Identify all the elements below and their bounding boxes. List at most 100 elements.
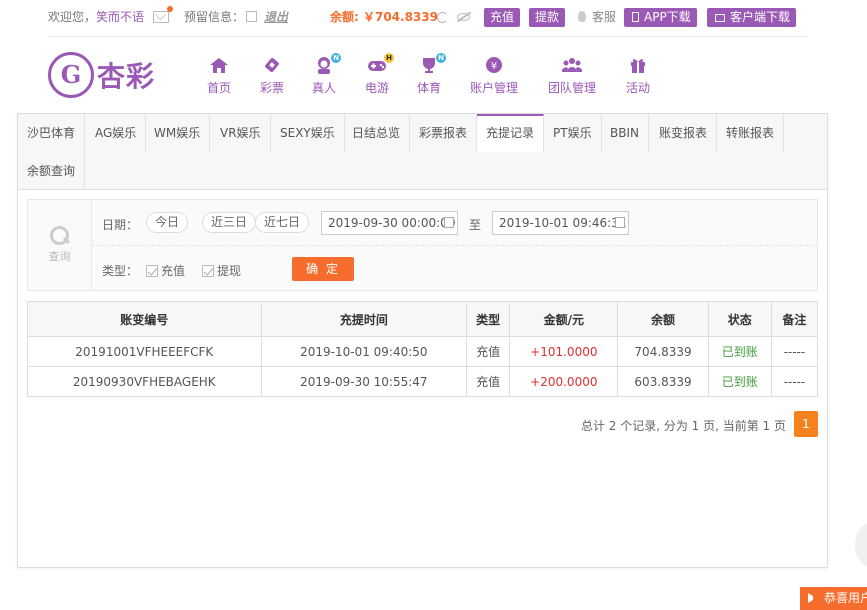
winner-notice-bar[interactable]: 恭喜用户 [800, 587, 867, 610]
query-label: 查询 [48, 250, 71, 263]
lottery-icon [262, 56, 282, 74]
hide-balance-icon[interactable] [457, 13, 470, 21]
cell-status: 已到账 [707, 366, 772, 397]
nav-label: 账户管理 [470, 81, 519, 95]
calendar-icon[interactable] [615, 217, 625, 228]
withdraw-button[interactable]: 提款 [529, 8, 566, 27]
table-row: 20190930VFHEBAGEHK 2019-09-30 10:55:47 充… [27, 366, 819, 397]
nav-lottery[interactable]: 彩票 [260, 56, 284, 96]
logo-mark[interactable]: G [48, 52, 94, 98]
col-header-status: 状态 [707, 301, 772, 337]
page-button-current[interactable]: 1 [794, 411, 818, 437]
app-download-label: APP下载 [644, 10, 691, 24]
nav-home[interactable]: 首页 [207, 56, 231, 96]
account-icon: ¥ [484, 56, 504, 74]
logo-text[interactable]: 杏彩 [97, 55, 155, 95]
live-dealer-icon: N [314, 53, 341, 74]
nav-team[interactable]: 团队管理 [548, 56, 596, 96]
checkbox-icon [202, 265, 214, 277]
calendar-icon[interactable] [444, 217, 454, 228]
report-tabs: 沙巴体育 AG娱乐 WM娱乐 VR娱乐 SEXY娱乐 日结总览 彩票报表 充提记… [18, 114, 827, 190]
main-panel: 沙巴体育 AG娱乐 WM娱乐 VR娱乐 SEXY娱乐 日结总览 彩票报表 充提记… [17, 113, 828, 568]
nav-live-dealer[interactable]: N 真人 [312, 53, 341, 96]
nav-sports[interactable]: N 体育 [417, 53, 446, 96]
welcome-text: 欢迎您，笑而不语 [48, 10, 144, 24]
nav-label: 体育 [417, 81, 442, 95]
nav-egame[interactable]: H 电游 [365, 53, 394, 96]
withdraw-checkbox[interactable]: 提现 [202, 262, 241, 279]
withdraw-checkbox-label: 提现 [217, 264, 242, 278]
pagination: 总计 2 个记录, 分为 1 页, 当前第 1 页 1 [518, 411, 818, 437]
col-header-amount: 金额/元 [509, 301, 619, 337]
confirm-button[interactable]: 确 定 [292, 257, 354, 281]
recharge-button[interactable]: 充值 [484, 8, 521, 27]
tab-deposit-withdraw-records[interactable]: 充提记录 [477, 114, 545, 152]
cell-amount: +200.0000 [509, 366, 619, 397]
today-button[interactable]: 今日 [146, 212, 189, 233]
mail-icon[interactable] [153, 11, 169, 23]
tab-saba-sports[interactable]: 沙巴体育 [18, 114, 86, 152]
nav-events[interactable]: 活动 [626, 56, 650, 96]
app-download-button[interactable]: APP下载 [624, 8, 697, 27]
recharge-checkbox[interactable]: 充值 [146, 262, 185, 279]
logout-link[interactable]: 退出 [264, 10, 288, 24]
cell-type: 充值 [466, 366, 511, 397]
megaphone-icon [808, 593, 818, 603]
checkbox-icon [146, 265, 158, 277]
to-label: 至 [469, 218, 482, 232]
filter-divider [92, 245, 818, 246]
nav-account[interactable]: ¥ 账户管理 [470, 56, 518, 96]
tab-pt[interactable]: PT娱乐 [544, 114, 602, 152]
cell-type: 充值 [466, 336, 511, 367]
edit-icon[interactable] [246, 11, 257, 22]
tab-vr[interactable]: VR娱乐 [211, 114, 271, 152]
query-column: 查询 [28, 200, 92, 290]
last-3-days-button[interactable]: 近三日 [202, 212, 257, 233]
trophy-icon: N [419, 53, 446, 74]
col-header-type: 类型 [466, 301, 511, 337]
recharge-checkbox-label: 充值 [161, 264, 186, 278]
end-date-input[interactable]: 2019-10-01 09:46:31 [492, 211, 629, 235]
tab-wm[interactable]: WM娱乐 [145, 114, 211, 152]
tab-transfer-report[interactable]: 转账报表 [717, 114, 785, 152]
cell-status: 已到账 [707, 336, 772, 367]
tab-sexy[interactable]: SEXY娱乐 [271, 114, 345, 152]
tab-account-change-report[interactable]: 账变报表 [650, 114, 718, 152]
customer-service-icon[interactable] [578, 11, 586, 22]
cell-remark: ----- [770, 366, 819, 397]
hot-badge: H [384, 53, 394, 63]
svg-text:¥: ¥ [491, 61, 497, 72]
tab-lottery-report[interactable]: 彩票报表 [410, 114, 478, 152]
cell-time: 2019-09-30 10:55:47 [260, 366, 468, 397]
table-row: 20191001VFHEEEFCFK 2019-10-01 09:40:50 充… [27, 336, 819, 367]
balance-display: 余额: ￥704.8339 [330, 10, 438, 24]
new-badge: N [331, 53, 341, 63]
table-header-row: 账变编号 充提时间 类型 金额/元 余额 状态 备注 [27, 301, 819, 337]
tab-ag[interactable]: AG娱乐 [86, 114, 147, 152]
refresh-icon[interactable] [437, 12, 448, 23]
phone-icon [632, 12, 639, 22]
last-7-days-button[interactable]: 近七日 [255, 212, 310, 233]
client-download-button[interactable]: 客户端下载 [707, 8, 797, 27]
customer-service-link[interactable]: 客服 [592, 10, 616, 24]
notice-text: 恭喜用户 [824, 591, 867, 605]
home-icon [209, 56, 229, 74]
tab-daily-summary[interactable]: 日结总览 [343, 114, 411, 152]
col-header-id: 账变编号 [27, 301, 262, 337]
start-date-input[interactable]: 2019-09-30 00:00:00 [321, 211, 458, 235]
filter-box: 查询 日期： 今日 近三日 近七日 2019-09-30 00:00:00 至 … [27, 199, 818, 291]
welcome-prefix: 欢迎您， [48, 10, 97, 24]
tab-bbin[interactable]: BBIN [601, 114, 649, 152]
cell-amount: +101.0000 [509, 336, 619, 367]
nav-label: 活动 [626, 81, 651, 95]
side-float-tab[interactable] [855, 520, 867, 570]
records-table: 账变编号 充提时间 类型 金额/元 余额 状态 备注 20191001VFHEE… [27, 301, 819, 397]
start-date-value: 2019-09-30 00:00:00 [328, 216, 456, 230]
username[interactable]: 笑而不语 [96, 10, 144, 24]
top-bar: 欢迎您，笑而不语 预留信息： 退出 余额: ￥704.8339 充值 提款 客服… [0, 0, 867, 36]
nav-label: 彩票 [260, 81, 285, 95]
pagination-info: 总计 2 个记录, 分为 1 页, 当前第 1 页 [580, 419, 786, 433]
reserve-info-label: 预留信息： [184, 10, 245, 24]
tab-balance-query[interactable]: 余额查询 [18, 152, 86, 190]
cell-id: 20190930VFHEBAGEHK [27, 366, 262, 397]
